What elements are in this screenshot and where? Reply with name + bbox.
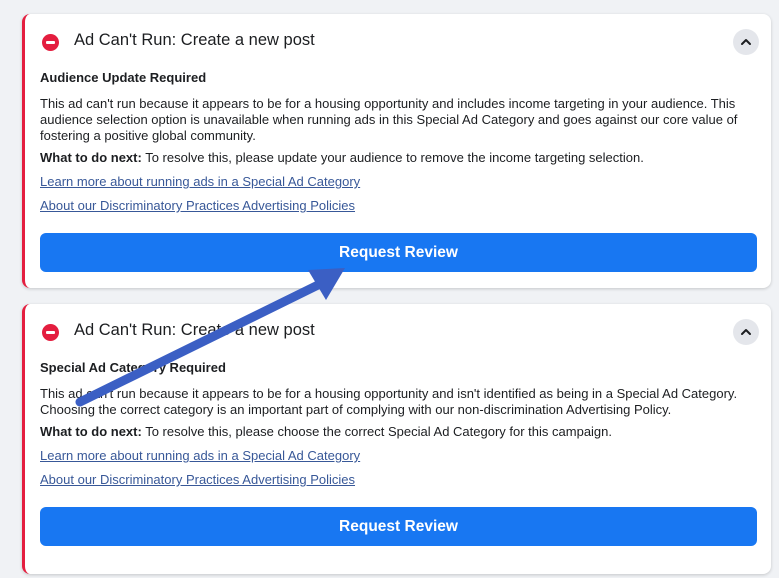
error-circle-icon (42, 34, 59, 51)
learn-more-link[interactable]: Learn more about running ads in a Specia… (40, 174, 360, 190)
card-header: Ad Can't Run: Create a new post (40, 14, 759, 70)
card-header: Ad Can't Run: Create a new post (40, 304, 759, 360)
card-subtitle: Special Ad Category Required (40, 360, 226, 375)
next-step-text: What to do next: To resolve this, please… (40, 424, 757, 440)
card-description: This ad can't run because it appears to … (40, 386, 738, 417)
next-step-label: What to do next: (40, 150, 142, 165)
card-description: This ad can't run because it appears to … (40, 96, 738, 143)
next-step-detail: To resolve this, please update your audi… (141, 150, 644, 165)
card-subtitle: Audience Update Required (40, 70, 207, 85)
learn-more-link[interactable]: Learn more about running ads in a Specia… (40, 448, 360, 464)
ad-error-card-category: Ad Can't Run: Create a new post Special … (22, 304, 771, 574)
policy-link[interactable]: About our Discriminatory Practices Adver… (40, 198, 355, 214)
chevron-up-icon (741, 39, 751, 45)
error-circle-icon (42, 324, 59, 341)
next-step-text: What to do next: To resolve this, please… (40, 150, 757, 166)
ad-error-card-audience: Ad Can't Run: Create a new post Audience… (22, 14, 771, 288)
collapse-button[interactable] (733, 29, 759, 55)
chevron-up-icon (741, 329, 751, 335)
policy-link[interactable]: About our Discriminatory Practices Adver… (40, 472, 355, 488)
next-step-label: What to do next: (40, 424, 142, 439)
next-step-detail: To resolve this, please choose the corre… (141, 424, 613, 439)
collapse-button[interactable] (733, 319, 759, 345)
request-review-button[interactable]: Request Review (40, 233, 757, 272)
card-title: Ad Can't Run: Create a new post (74, 321, 315, 339)
request-review-button[interactable]: Request Review (40, 507, 757, 546)
card-title: Ad Can't Run: Create a new post (74, 31, 315, 49)
